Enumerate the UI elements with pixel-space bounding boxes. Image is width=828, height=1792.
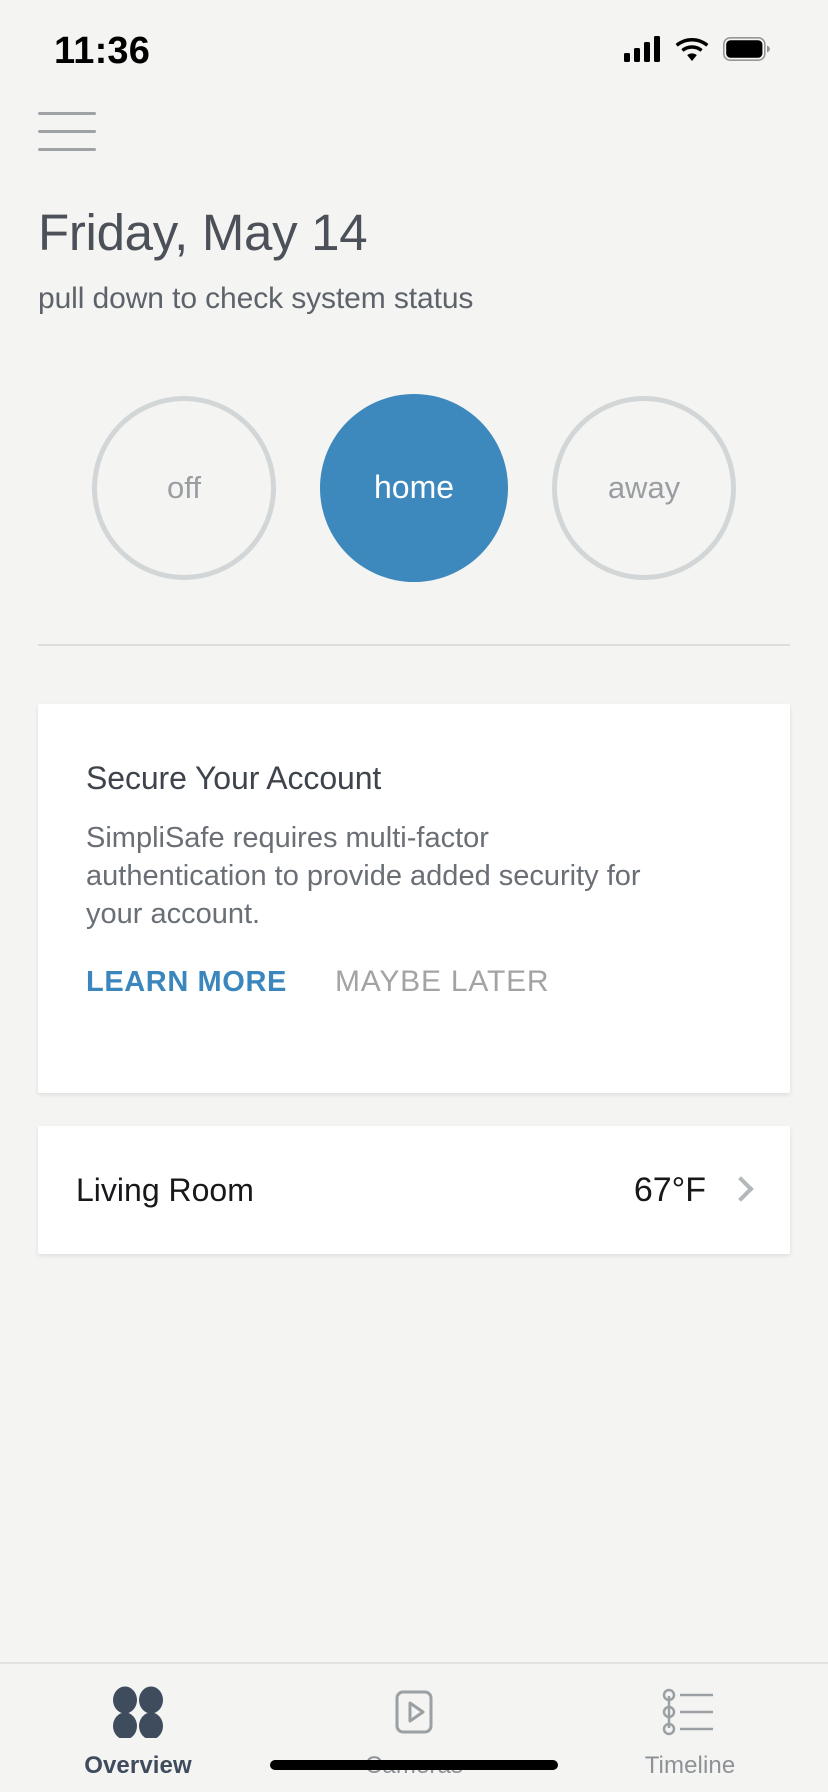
bottom-tab-bar: Overview Cameras xyxy=(0,1662,828,1792)
mode-button-off[interactable]: off xyxy=(92,396,276,580)
cellular-signal-icon xyxy=(624,36,661,67)
tab-timeline[interactable]: Timeline xyxy=(552,1686,828,1780)
four-dots-icon xyxy=(110,1686,166,1738)
mfa-card: Secure Your Account SimpliSafe requires … xyxy=(38,704,790,1094)
mode-button-home[interactable]: home xyxy=(320,394,508,582)
status-bar-icons xyxy=(624,30,770,67)
chevron-right-icon xyxy=(728,1177,753,1202)
hamburger-line xyxy=(38,148,96,151)
home-indicator xyxy=(270,1760,558,1770)
tab-label-overview: Overview xyxy=(84,1752,192,1780)
timeline-list-icon xyxy=(659,1686,721,1738)
hamburger-line xyxy=(38,130,96,133)
battery-icon xyxy=(723,37,770,66)
status-bar-time: 11:36 xyxy=(54,24,150,73)
room-row-living-room[interactable]: Living Room 67°F xyxy=(38,1126,790,1254)
content-area: Secure Your Account SimpliSafe requires … xyxy=(0,646,828,1255)
mode-label-off: off xyxy=(167,470,201,506)
tab-label-timeline: Timeline xyxy=(645,1752,736,1780)
wifi-icon xyxy=(675,36,709,67)
content-spacer xyxy=(0,1254,828,1662)
hamburger-menu-icon[interactable] xyxy=(38,96,96,151)
mfa-card-body: SimpliSafe requires multi-factor authent… xyxy=(86,819,666,934)
page-subtitle: pull down to check system status xyxy=(38,282,790,316)
mode-label-home: home xyxy=(374,469,454,506)
mode-label-away: away xyxy=(608,470,680,506)
camera-play-icon xyxy=(388,1686,440,1738)
page-title: Friday, May 14 xyxy=(38,206,790,260)
mode-button-away[interactable]: away xyxy=(552,396,736,580)
status-bar: 11:36 xyxy=(0,0,828,96)
page-header: Friday, May 14 pull down to check system… xyxy=(0,96,828,316)
maybe-later-button[interactable]: MAYBE LATER xyxy=(335,965,549,999)
mfa-card-title: Secure Your Account xyxy=(86,760,742,797)
room-name: Living Room xyxy=(76,1172,634,1209)
tab-overview[interactable]: Overview xyxy=(0,1686,276,1780)
app-screen: 11:36 xyxy=(0,0,828,1792)
mfa-card-actions: LEARN MORE MAYBE LATER xyxy=(86,965,742,1059)
learn-more-button[interactable]: LEARN MORE xyxy=(86,966,287,999)
mode-selector: off home away xyxy=(0,394,828,582)
hamburger-line xyxy=(38,112,96,115)
room-temperature: 67°F xyxy=(634,1171,706,1210)
